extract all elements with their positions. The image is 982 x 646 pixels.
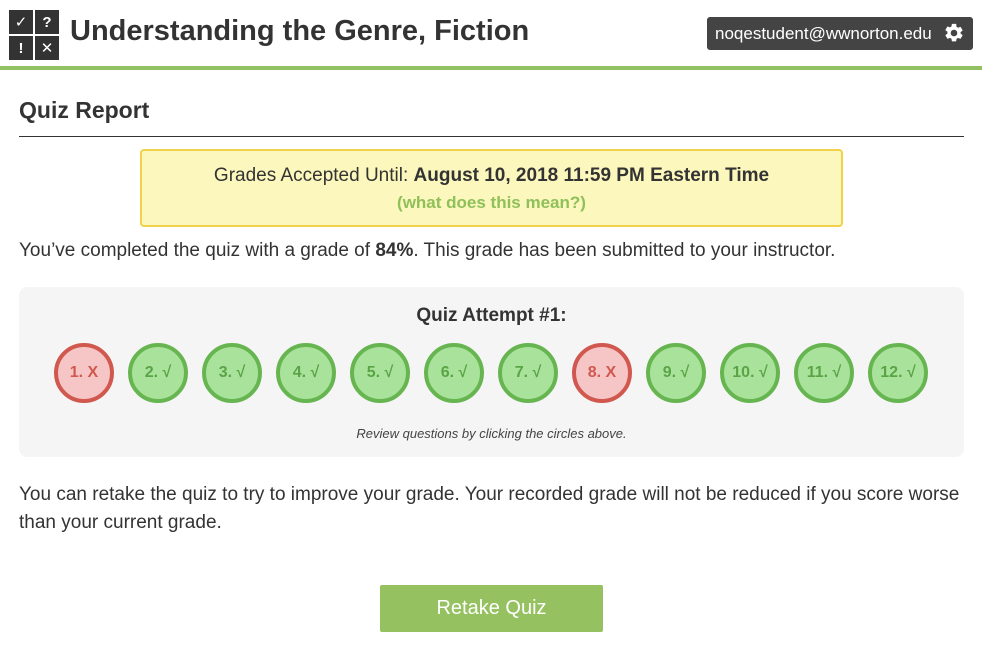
question-circle-1[interactable]: 1. X (54, 343, 114, 403)
question-circle-8[interactable]: 8. X (572, 343, 632, 403)
question-circle-2[interactable]: 2. √ (128, 343, 188, 403)
review-note: Review questions by clicking the circles… (356, 426, 627, 441)
question-circle-7[interactable]: 7. √ (498, 343, 558, 403)
question-circle-6[interactable]: 6. √ (424, 343, 484, 403)
deadline-line: Grades Accepted Until: August 10, 2018 1… (142, 165, 841, 187)
question-circle-9[interactable]: 9. √ (646, 343, 706, 403)
question-circle-12[interactable]: 12. √ (868, 343, 928, 403)
question-icon: ? (35, 10, 59, 34)
question-circles: 1. X 2. √ 3. √ 4. √ 5. √ 6. √ 7. √ 8. X … (54, 343, 928, 403)
question-circle-4[interactable]: 4. √ (276, 343, 336, 403)
check-icon: ✓ (9, 10, 33, 34)
page-title: Quiz Report (19, 97, 150, 123)
deadline-label: Grades Accepted Until: (213, 165, 414, 186)
app-header: ✓ ? ! ✕ Understanding the Genre, Fiction… (0, 0, 982, 70)
deadline-value: August 10, 2018 11:59 PM Eastern Time (413, 165, 770, 186)
question-circle-5[interactable]: 5. √ (350, 343, 410, 403)
question-circle-11[interactable]: 11. √ (794, 343, 854, 403)
question-circle-10[interactable]: 10. √ (720, 343, 780, 403)
user-email: noqestudent@wwnorton.edu (715, 23, 932, 43)
app-title: Understanding the Genre, Fiction (70, 15, 530, 47)
retake-explanation: You can retake the quiz to try to improv… (19, 484, 960, 533)
title-divider (19, 136, 964, 137)
x-icon: ✕ (35, 36, 59, 60)
completion-suffix: . This grade has been submitted to your … (413, 240, 836, 261)
what-does-this-mean-link[interactable]: (what does this mean?) (142, 193, 841, 213)
question-circle-3[interactable]: 3. √ (202, 343, 262, 403)
completion-message: You’ve completed the quiz with a grade o… (19, 240, 835, 262)
gear-icon (945, 23, 963, 42)
quiz-attempt-panel: Quiz Attempt #1: 1. X 2. √ 3. √ 4. √ 5. … (19, 287, 964, 457)
app-logo: ✓ ? ! ✕ (9, 10, 59, 60)
grade-value: 84% (375, 240, 414, 261)
exclamation-icon: ! (9, 36, 33, 60)
attempt-title: Quiz Attempt #1: (416, 305, 567, 326)
grades-deadline-notice: Grades Accepted Until: August 10, 2018 1… (140, 149, 843, 227)
retake-quiz-button[interactable]: Retake Quiz (380, 585, 603, 632)
user-menu-button[interactable]: noqestudent@wwnorton.edu (707, 17, 973, 50)
completion-prefix: You’ve completed the quiz with a grade o… (19, 240, 376, 261)
